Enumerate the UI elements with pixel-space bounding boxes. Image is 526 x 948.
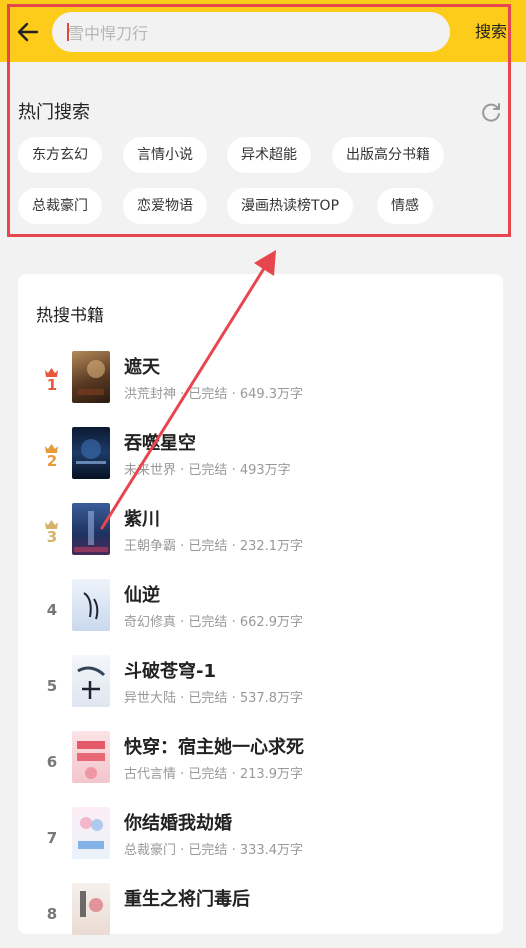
book-words: 213.9万字 bbox=[239, 767, 304, 782]
rank-number: 1 bbox=[46, 376, 58, 394]
book-title[interactable]: 吞噬星空 bbox=[124, 429, 196, 455]
book-cover[interactable] bbox=[72, 427, 110, 479]
book-cover[interactable] bbox=[72, 503, 110, 555]
search-input[interactable] bbox=[66, 12, 440, 54]
book-status: 已完结 bbox=[188, 843, 228, 858]
rank-number: 7 bbox=[46, 829, 58, 847]
cover-art-icon bbox=[78, 360, 105, 395]
book-row[interactable]: 7 你结婚我劫婚 总裁豪门 · 已完结 · 333.4万字 bbox=[18, 802, 503, 872]
book-title[interactable]: 重生之将门毒后 bbox=[124, 885, 250, 911]
hot-tag[interactable]: 恋爱物语 bbox=[123, 188, 207, 224]
hot-tag[interactable]: 漫画热读榜TOP bbox=[227, 188, 354, 224]
refresh-icon[interactable] bbox=[480, 101, 502, 123]
book-row[interactable]: 8 重生之将门毒后 bbox=[18, 878, 503, 948]
hot-tag[interactable]: 异术超能 bbox=[227, 137, 311, 173]
cover-art-icon bbox=[77, 666, 106, 699]
book-cover[interactable] bbox=[72, 655, 110, 707]
rank-number: 5 bbox=[46, 677, 58, 695]
book-title[interactable]: 遮天 bbox=[124, 353, 160, 379]
book-category: 总裁豪门 bbox=[124, 843, 177, 858]
book-meta: 总裁豪门 · 已完结 · 333.4万字 bbox=[124, 843, 304, 858]
book-words: 649.3万字 bbox=[239, 387, 304, 402]
book-words: 662.9万字 bbox=[239, 615, 304, 630]
book-meta: 洪荒封神 · 已完结 · 649.3万字 bbox=[124, 387, 304, 402]
book-meta: 王朝争霸 · 已完结 · 232.1万字 bbox=[124, 539, 304, 554]
back-arrow-icon bbox=[17, 22, 39, 42]
book-status: 已完结 bbox=[188, 387, 228, 402]
book-words: 493万字 bbox=[239, 463, 291, 478]
book-status: 已完结 bbox=[188, 767, 228, 782]
book-words: 232.1万字 bbox=[239, 539, 304, 554]
book-words: 537.8万字 bbox=[239, 691, 304, 706]
cover-art-icon bbox=[74, 511, 108, 552]
book-status: 已完结 bbox=[188, 691, 228, 706]
hot-tag[interactable]: 言情小说 bbox=[123, 137, 207, 173]
cover-art-icon bbox=[76, 439, 106, 464]
book-status: 已完结 bbox=[188, 463, 228, 478]
book-category: 王朝争霸 bbox=[124, 539, 177, 554]
hot-tag[interactable]: 总裁豪门 bbox=[18, 188, 102, 224]
cover-art-icon bbox=[80, 891, 103, 917]
cover-art-icon bbox=[77, 741, 105, 779]
book-title[interactable]: 快穿：宿主她一心求死 bbox=[124, 733, 304, 759]
book-row[interactable]: 2 吞噬星空 未来世界 · 已完结 · 493万字 bbox=[18, 422, 503, 492]
search-button[interactable]: 搜索 bbox=[462, 19, 520, 45]
book-title[interactable]: 斗破苍穹-1 bbox=[124, 657, 216, 683]
book-category: 洪荒封神 bbox=[124, 387, 177, 402]
book-title[interactable]: 紫川 bbox=[124, 505, 160, 531]
hot-tag[interactable]: 出版高分书籍 bbox=[332, 137, 444, 173]
book-category: 古代言情 bbox=[124, 767, 177, 782]
book-category: 异世大陆 bbox=[124, 691, 177, 706]
rank-number: 4 bbox=[46, 601, 58, 619]
book-cover[interactable] bbox=[72, 883, 110, 935]
book-category: 奇幻修真 bbox=[124, 615, 177, 630]
book-status: 已完结 bbox=[188, 615, 228, 630]
rank-number: 6 bbox=[46, 753, 58, 771]
search-box[interactable] bbox=[52, 12, 450, 54]
book-row[interactable]: 3 紫川 王朝争霸 · 已完结 · 232.1万字 bbox=[18, 498, 503, 568]
hot-search-title: 热门搜索 bbox=[18, 102, 90, 123]
hot-tag[interactable]: 情感 bbox=[377, 188, 433, 224]
book-row[interactable]: 1 遮天 洪荒封神 · 已完结 · 649.3万字 bbox=[18, 346, 503, 416]
book-cover[interactable] bbox=[72, 731, 110, 783]
book-row[interactable]: 4 仙逆 奇幻修真 · 已完结 · 662.9万字 bbox=[18, 574, 503, 644]
book-meta: 异世大陆 · 已完结 · 537.8万字 bbox=[124, 691, 304, 706]
book-title[interactable]: 仙逆 bbox=[124, 581, 160, 607]
rank-number: 8 bbox=[46, 905, 58, 923]
book-category: 未来世界 bbox=[124, 463, 177, 478]
book-meta: 奇幻修真 · 已完结 · 662.9万字 bbox=[124, 615, 304, 630]
book-title[interactable]: 你结婚我劫婚 bbox=[124, 809, 232, 835]
back-button[interactable] bbox=[12, 16, 44, 48]
book-cover[interactable] bbox=[72, 579, 110, 631]
book-cover[interactable] bbox=[72, 807, 110, 859]
rank-number: 2 bbox=[46, 452, 58, 470]
book-status: 已完结 bbox=[188, 539, 228, 554]
hot-tag[interactable]: 东方玄幻 bbox=[18, 137, 102, 173]
book-meta: 古代言情 · 已完结 · 213.9万字 bbox=[124, 767, 304, 782]
cover-art-icon bbox=[78, 817, 104, 849]
book-row[interactable]: 5 斗破苍穹-1 异世大陆 · 已完结 · 537.8万字 bbox=[18, 650, 503, 720]
book-row[interactable]: 6 快穿：宿主她一心求死 古代言情 · 已完结 · 213.9万字 bbox=[18, 726, 503, 796]
book-words: 333.4万字 bbox=[239, 843, 304, 858]
rank-number: 3 bbox=[46, 528, 58, 546]
top-bar: 搜索 bbox=[0, 0, 526, 62]
cover-art-icon bbox=[83, 592, 99, 620]
book-cover[interactable] bbox=[72, 351, 110, 403]
book-meta: 未来世界 · 已完结 · 493万字 bbox=[124, 463, 291, 478]
hot-books-title: 热搜书籍 bbox=[36, 306, 104, 326]
hot-books-card: 热搜书籍 1 遮天 洪荒封神 · 已完结 · 649.3万字 2 吞噬星空 未来… bbox=[18, 274, 503, 935]
